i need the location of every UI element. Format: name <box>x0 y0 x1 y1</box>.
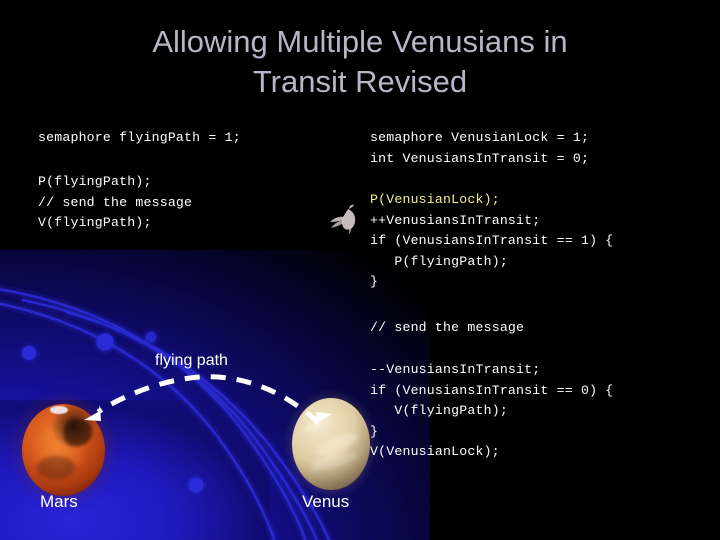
mars-dark-region-a <box>63 418 92 447</box>
code-right-declaration: semaphore VenusianLock = 1; int Venusian… <box>370 130 590 166</box>
mars-polar-cap <box>50 405 69 415</box>
venus-terminator-shading <box>292 398 370 490</box>
code-right-release-block: --VenusiansInTransit; if (VenusiansInTra… <box>370 362 614 459</box>
code-highlight-acquire-lock: P(VenusianLock); <box>370 192 500 207</box>
code-left-body: P(flyingPath); // send the message V(fly… <box>38 174 193 230</box>
code-left-declaration: semaphore flyingPath = 1; <box>38 130 241 145</box>
mars-dark-region-b <box>36 455 76 480</box>
venus-planet <box>292 398 370 490</box>
code-acquire-rest-text: ++VenusiansInTransit; if (VenusiansInTra… <box>370 212 614 290</box>
code-right-acquire-block: P(VenusianLock); ++VenusiansInTransit; i… <box>370 190 613 293</box>
flying-path-label: flying path <box>155 352 228 369</box>
page-title: Allowing Multiple Venusians in Transit R… <box>152 24 568 99</box>
mars-planet <box>22 404 105 496</box>
slide-canvas: Allowing Multiple Venusians in Transit R… <box>0 0 720 540</box>
carrier-bird-icon <box>330 204 356 234</box>
code-right-send-message: // send the message <box>370 320 525 335</box>
venus-label: Venus <box>302 492 350 511</box>
mars-label: Mars <box>40 492 78 511</box>
